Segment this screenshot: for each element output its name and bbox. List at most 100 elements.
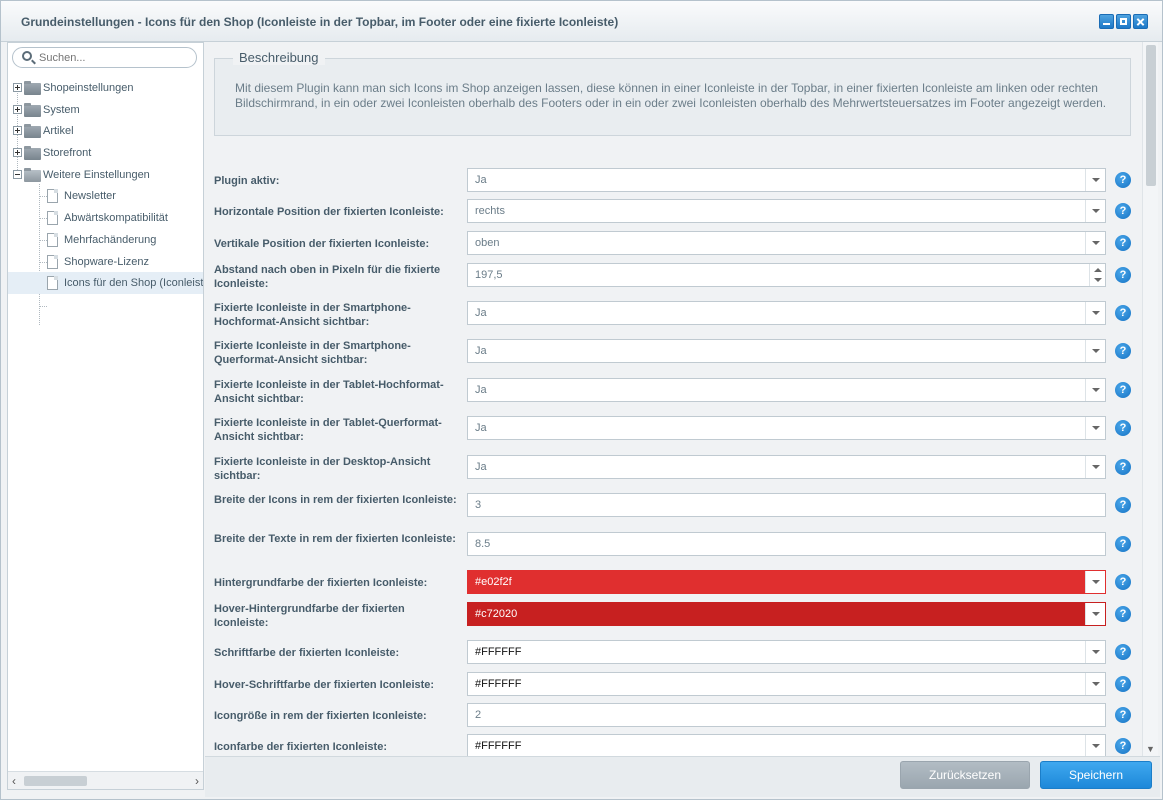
field-value: 3: [475, 499, 482, 511]
expand-icon[interactable]: [13, 104, 22, 114]
chevron-down-icon[interactable]: [1085, 417, 1105, 439]
sidebar-item-label: Storefront: [43, 147, 92, 160]
select-field[interactable]: #FFFFFF: [467, 640, 1106, 664]
help-icon[interactable]: [1115, 305, 1131, 321]
sidebar-item-storefront[interactable]: Storefront: [8, 142, 203, 164]
collapse-icon[interactable]: [13, 169, 22, 179]
expand-icon[interactable]: [13, 148, 22, 158]
select-field[interactable]: Ja: [467, 301, 1106, 325]
select-field[interactable]: Ja: [467, 168, 1106, 192]
scroll-right-icon[interactable]: ›: [195, 774, 199, 788]
select-field[interactable]: oben: [467, 231, 1106, 255]
folder-icon: [24, 124, 41, 139]
scrollbar-thumb[interactable]: [24, 776, 87, 786]
help-icon[interactable]: [1115, 382, 1131, 398]
number-field[interactable]: 197,5: [467, 263, 1106, 287]
sidebar-item-weitere-einstellungen[interactable]: Weitere Einstellungen: [8, 164, 203, 186]
select-field[interactable]: Ja: [467, 416, 1106, 440]
sidebar-item-mehrfachaenderung[interactable]: Mehrfachänderung: [8, 229, 203, 251]
help-icon[interactable]: [1115, 497, 1131, 513]
chevron-down-icon[interactable]: [1085, 302, 1105, 324]
help-icon[interactable]: [1115, 707, 1131, 723]
save-button[interactable]: Speichern: [1040, 761, 1152, 789]
field-label: Breite der Icons in rem der fixierten Ic…: [214, 494, 457, 506]
chevron-down-icon[interactable]: [1085, 200, 1105, 222]
sidebar-item-label: Artikel: [43, 125, 74, 138]
expand-icon[interactable]: [13, 83, 22, 92]
scroll-down-icon[interactable]: ▼: [1146, 744, 1155, 754]
sidebar-item-abwaertskompatibilitaet[interactable]: Abwärtskompatibilität: [8, 207, 203, 229]
select-field[interactable]: #c72020: [467, 602, 1106, 626]
field-value: oben: [475, 237, 500, 249]
chevron-down-icon[interactable]: [1085, 456, 1105, 478]
title-bar[interactable]: Grundeinstellungen - Icons für den Shop …: [1, 1, 1162, 42]
chevron-down-icon[interactable]: [1085, 169, 1105, 191]
text-field[interactable]: 3: [467, 493, 1106, 517]
select-field[interactable]: Ja: [467, 455, 1106, 479]
minimize-icon[interactable]: [1099, 14, 1114, 29]
sidebar-item-shopware-lizenz[interactable]: Shopware-Lizenz: [8, 251, 203, 273]
reset-button[interactable]: Zurücksetzen: [900, 761, 1030, 789]
sidebar-item-newsletter[interactable]: Newsletter: [8, 185, 203, 207]
chevron-down-icon[interactable]: [1085, 641, 1105, 663]
text-field[interactable]: 8.5: [467, 532, 1106, 556]
field-label: Fixierte Iconleiste in der Desktop-Ansic…: [214, 456, 431, 482]
chevron-down-icon[interactable]: [1085, 232, 1105, 254]
help-icon[interactable]: [1115, 574, 1131, 590]
sidebar-item-icons-fuer-den-shop[interactable]: Icons für den Shop (Iconleiste: [8, 272, 203, 294]
help-icon[interactable]: [1115, 536, 1131, 552]
help-icon[interactable]: [1115, 267, 1131, 283]
select-field[interactable]: rechts: [467, 199, 1106, 223]
help-icon[interactable]: [1115, 644, 1131, 660]
field-value: Ja: [475, 461, 487, 473]
scroll-left-icon[interactable]: ‹: [12, 774, 16, 788]
chevron-down-icon[interactable]: [1085, 735, 1105, 756]
chevron-down-icon[interactable]: [1085, 379, 1105, 401]
help-icon[interactable]: [1115, 459, 1131, 475]
field-value: Ja: [475, 345, 487, 357]
chevron-down-icon[interactable]: [1085, 340, 1105, 362]
text-field[interactable]: 2: [467, 703, 1106, 727]
help-icon[interactable]: [1115, 738, 1131, 754]
select-field[interactable]: Ja: [467, 378, 1106, 402]
document-icon: [47, 211, 58, 226]
help-icon[interactable]: [1115, 343, 1131, 359]
description-legend: Beschreibung: [233, 50, 325, 65]
form-vertical-scrollbar[interactable]: ▼: [1142, 42, 1158, 756]
spin-down-icon[interactable]: [1094, 278, 1102, 282]
select-field[interactable]: #FFFFFF: [467, 734, 1106, 756]
help-icon[interactable]: [1115, 606, 1131, 622]
sidebar-item-shopeinstellungen[interactable]: Shopeinstellungen: [8, 77, 203, 99]
chevron-down-icon[interactable]: [1085, 571, 1105, 593]
folder-icon: [24, 102, 41, 117]
sidebar-item-artikel[interactable]: Artikel: [8, 120, 203, 142]
spin-up-icon[interactable]: [1094, 268, 1102, 272]
field-value: Ja: [475, 174, 487, 186]
help-icon[interactable]: [1115, 676, 1131, 692]
help-icon[interactable]: [1115, 172, 1131, 188]
expand-icon[interactable]: [13, 126, 22, 136]
sidebar-item-label: Shopware-Lizenz: [64, 255, 149, 268]
maximize-icon[interactable]: [1116, 14, 1131, 29]
help-icon[interactable]: [1115, 420, 1131, 436]
field-value: rechts: [475, 205, 505, 217]
sidebar-horizontal-scrollbar[interactable]: ‹ ›: [8, 771, 203, 789]
field-value: #c72020: [475, 608, 518, 620]
spinner-icon[interactable]: [1089, 264, 1105, 286]
help-icon[interactable]: [1115, 203, 1131, 219]
select-field[interactable]: #e02f2f: [467, 570, 1106, 594]
sidebar-item-system[interactable]: System: [8, 99, 203, 121]
help-icon[interactable]: [1115, 235, 1131, 251]
field-value: 2: [475, 709, 482, 721]
field-label: Abstand nach oben in Pixeln für die fixi…: [214, 264, 441, 290]
settings-form: Beschreibung Mit diesem Plugin kann man …: [205, 42, 1142, 756]
chevron-down-icon[interactable]: [1085, 673, 1105, 695]
field-label: Icongröße in rem der fixierten Iconleist…: [214, 710, 427, 722]
search-input[interactable]: [39, 50, 189, 65]
select-field[interactable]: Ja: [467, 339, 1106, 363]
chevron-down-icon[interactable]: [1085, 603, 1105, 625]
select-field[interactable]: #FFFFFF: [467, 672, 1106, 696]
close-icon[interactable]: [1133, 14, 1148, 29]
scrollbar-thumb[interactable]: [1146, 45, 1156, 186]
search-field[interactable]: [12, 47, 197, 68]
